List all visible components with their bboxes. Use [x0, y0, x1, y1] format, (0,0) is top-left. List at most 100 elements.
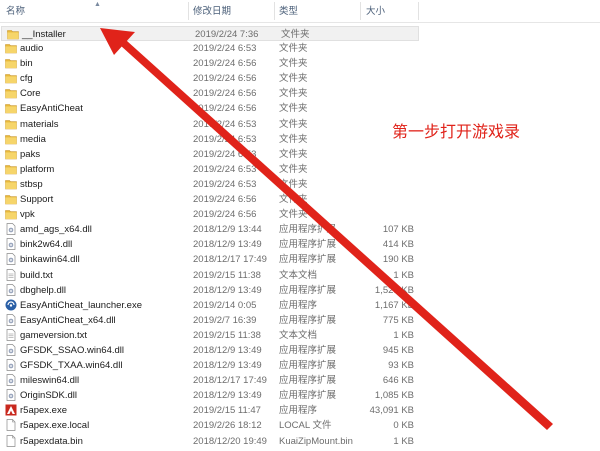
column-header-type[interactable]: 类型	[279, 0, 298, 22]
dll-icon	[5, 344, 17, 356]
file-list: __Installer 2019/2/24 7:36 文件夹 audio 2019/2/…	[0, 26, 600, 449]
file-modified-date: 2019/2/15 11:38	[193, 269, 261, 281]
folder-icon	[5, 133, 17, 145]
file-type: 应用程序	[279, 299, 318, 311]
file-row[interactable]: EasyAntiCheat_launcher.exe 2019/2/14 0:05…	[0, 298, 420, 313]
file-type: 文件夹	[279, 118, 308, 130]
file-name: EasyAntiCheat_x64.dll	[20, 314, 116, 326]
file-row[interactable]: GFSDK_SSAO.win64.dll 2018/12/9 13:49 应用程序扩…	[0, 343, 420, 358]
file-row[interactable]: EasyAntiCheat 2019/2/24 6:56 文件夹	[0, 101, 420, 116]
file-name: paks	[20, 148, 41, 160]
file-row[interactable]: Core 2019/2/24 6:56 文件夹	[0, 86, 420, 101]
file-size: 1 KB	[393, 269, 414, 281]
file-modified-date: 2019/2/24 7:36	[195, 29, 259, 40]
file-size: 775 KB	[382, 314, 414, 326]
file-row[interactable]: materials 2019/2/24 6:53 文件夹	[0, 117, 420, 132]
file-name: media	[20, 133, 46, 145]
file-modified-date: 2019/2/24 6:53	[193, 43, 257, 55]
file-size: 43,091 KB	[369, 405, 414, 417]
file-row[interactable]: r5apexdata.bin 2018/12/20 19:49 KuaiZipMou…	[0, 434, 420, 449]
file-name: EasyAntiCheat_launcher.exe	[20, 299, 142, 311]
file-size: 1 KB	[393, 435, 414, 447]
column-header-name[interactable]: 名称	[6, 0, 25, 22]
file-row[interactable]: binkawin64.dll 2018/12/17 17:49 应用程序扩展 190 …	[0, 252, 420, 267]
file-modified-date: 2019/2/26 18:12	[193, 420, 262, 432]
file-name: OriginSDK.dll	[20, 390, 78, 402]
file-row[interactable]: __Installer 2019/2/24 7:36 文件夹	[1, 26, 419, 42]
file-name: r5apex.exe	[20, 405, 68, 417]
file-type: 应用程序扩展	[279, 239, 337, 251]
column-header-date[interactable]: 修改日期	[193, 0, 231, 22]
file-row[interactable]: vpk 2019/2/24 6:56 文件夹	[0, 207, 420, 222]
file-name: platform	[20, 163, 55, 175]
file-type: 应用程序扩展	[279, 344, 337, 356]
file-row[interactable]: build.txt 2019/2/15 11:38 文本文档 1 KB	[0, 268, 420, 283]
file-row[interactable]: Support 2019/2/24 6:56 文件夹	[0, 192, 420, 207]
file-name: materials	[20, 118, 59, 130]
file-row[interactable]: r5apex.exe 2019/2/15 11:47 应用程序 43,091 KB	[0, 403, 420, 418]
file-row[interactable]: cfg 2019/2/24 6:56 文件夹	[0, 71, 420, 86]
file-row[interactable]: EasyAntiCheat_x64.dll 2019/2/7 16:39 应用程序扩…	[0, 313, 420, 328]
file-row[interactable]: OriginSDK.dll 2018/12/9 13:49 应用程序扩展 1,085 …	[0, 388, 420, 403]
file-name: audio	[20, 43, 44, 55]
folder-icon	[5, 42, 17, 54]
dll-icon	[5, 389, 17, 402]
file-modified-date: 2019/2/24 6:53	[193, 118, 257, 130]
file-size: 945 KB	[382, 344, 414, 356]
file-row[interactable]: bink2w64.dll 2018/12/9 13:49 应用程序扩展 414 KB	[0, 237, 420, 252]
file-row[interactable]: mileswin64.dll 2018/12/17 17:49 应用程序扩展 646 …	[0, 373, 420, 388]
file-name: GFSDK_SSAO.win64.dll	[20, 344, 125, 356]
folder-icon	[5, 178, 17, 190]
file-modified-date: 2019/2/24 6:56	[193, 209, 257, 221]
file-row[interactable]: amd_ags_x64.dll 2018/12/9 13:44 应用程序扩展 107 …	[0, 222, 420, 237]
folder-icon	[5, 57, 17, 69]
file-modified-date: 2018/12/17 17:49	[193, 375, 267, 387]
step-annotation: 第一步打开游戏录	[392, 122, 521, 141]
file-type: 应用程序扩展	[279, 314, 337, 326]
blank-file-icon	[5, 419, 17, 432]
file-modified-date: 2019/2/24 6:56	[193, 194, 257, 206]
file-type: 应用程序扩展	[279, 254, 337, 266]
column-divider[interactable]	[274, 2, 275, 20]
column-header-size[interactable]: 大小	[366, 0, 385, 22]
column-divider[interactable]	[188, 2, 189, 20]
file-name: amd_ags_x64.dll	[20, 224, 92, 236]
file-row[interactable]: platform 2019/2/24 6:53 文件夹	[0, 162, 420, 177]
file-type: 文本文档	[279, 269, 318, 281]
file-modified-date: 2019/2/15 11:38	[193, 329, 261, 341]
file-row[interactable]: audio 2019/2/24 6:53 文件夹	[0, 41, 420, 56]
folder-icon	[5, 72, 17, 84]
file-type: 应用程序扩展	[279, 390, 337, 402]
folder-icon	[5, 87, 17, 99]
file-name: cfg	[20, 73, 33, 85]
file-name: stbsp	[20, 178, 43, 190]
file-row[interactable]: dbghelp.dll 2018/12/9 13:49 应用程序扩展 1,523 KB	[0, 283, 420, 298]
blank-file-icon	[5, 434, 17, 447]
file-row[interactable]: bin 2019/2/24 6:56 文件夹	[0, 56, 420, 71]
dll-icon	[5, 238, 17, 251]
dll-icon	[5, 359, 17, 371]
file-row[interactable]: stbsp 2019/2/24 6:53 文件夹	[0, 177, 420, 192]
column-divider[interactable]	[418, 2, 419, 20]
file-type: 文件夹	[279, 43, 308, 55]
column-divider[interactable]	[360, 2, 361, 20]
file-row[interactable]: paks 2019/2/24 6:53 文件夹	[0, 147, 420, 162]
file-name: Core	[20, 88, 41, 100]
file-modified-date: 2018/12/9 13:49	[193, 239, 262, 251]
file-name: mileswin64.dll	[20, 375, 80, 387]
file-modified-date: 2018/12/9 13:49	[193, 390, 262, 402]
file-name: bink2w64.dll	[20, 239, 73, 251]
file-size: 93 KB	[388, 360, 414, 372]
file-name: dbghelp.dll	[20, 284, 66, 296]
file-type: 应用程序扩展	[279, 224, 337, 236]
file-row[interactable]: gameversion.txt 2019/2/15 11:38 文本文档 1 KB	[0, 328, 420, 343]
file-type: 文件夹	[279, 103, 308, 115]
file-row[interactable]: GFSDK_TXAA.win64.dll 2018/12/9 13:49 应用程序扩…	[0, 358, 420, 373]
file-modified-date: 2018/12/17 17:49	[193, 254, 267, 266]
file-type: 文件夹	[279, 73, 308, 85]
folder-icon	[5, 118, 17, 130]
file-row[interactable]: r5apex.exe.local 2019/2/26 18:12 LOCAL 文件 0…	[0, 418, 420, 433]
file-type: 应用程序扩展	[279, 375, 337, 387]
dll-icon	[5, 283, 17, 296]
file-row[interactable]: media 2019/2/24 6:53 文件夹	[0, 132, 420, 147]
